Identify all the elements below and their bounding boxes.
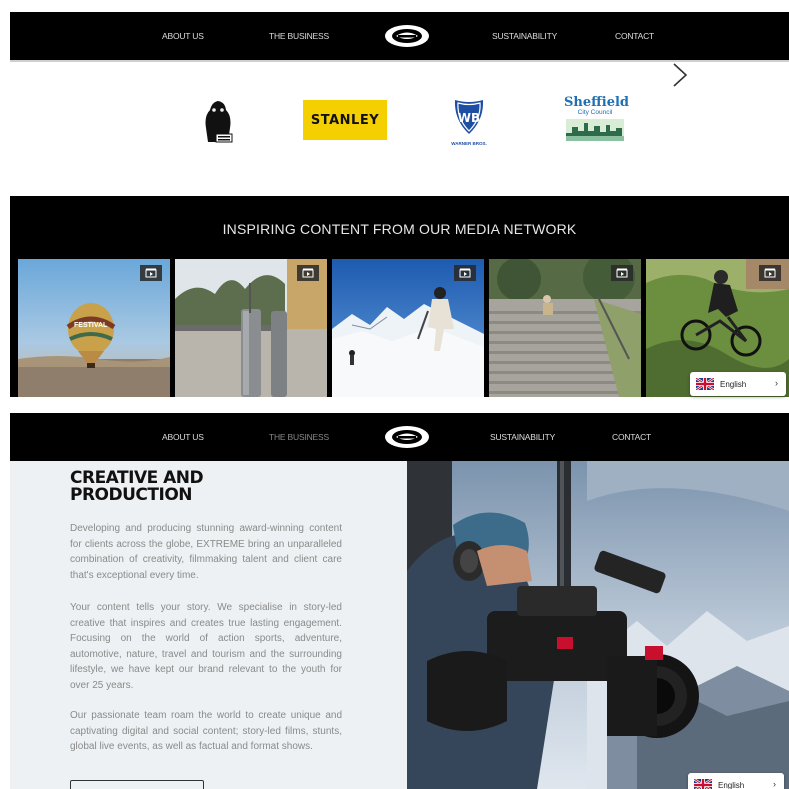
svg-text:WB: WB: [458, 111, 480, 125]
media-thumb-skiers[interactable]: [332, 259, 484, 397]
media-network-title: INSPIRING CONTENT FROM OUR MEDIA NETWORK: [222, 221, 577, 237]
nav-business-link[interactable]: THE BUSINESS: [269, 432, 329, 442]
media-network-section: INSPIRING CONTENT FROM OUR MEDIA NETWORK…: [10, 196, 789, 397]
video-badge-icon: [611, 265, 633, 281]
media-thumb-balloon[interactable]: FESTIVAL: [18, 259, 170, 397]
uk-flag-icon: [694, 779, 712, 789]
nav-sustainability-link[interactable]: SUSTAINABILITY: [490, 432, 555, 442]
balloon-overlay-text: FESTIVAL: [74, 322, 108, 329]
sheffield-logo: Sheffield City Council: [564, 95, 630, 144]
sheffield-skyline-icon: [566, 119, 624, 141]
creative-paragraph-2: Your content tells your story. We specia…: [70, 602, 342, 691]
nav-about-link[interactable]: ABOUT US: [162, 31, 204, 41]
creative-title: CREATIVE AND PRODUCTION: [70, 470, 270, 504]
read-more-button[interactable]: [70, 780, 204, 789]
chevron-right-icon: ›: [773, 779, 776, 789]
creative-production-section: CREATIVE AND PRODUCTION Developing and p…: [10, 461, 407, 789]
warner-bros-logo: WB WARNER BROS.: [451, 98, 487, 146]
nav-sustainability-link[interactable]: SUSTAINABILITY: [492, 31, 557, 41]
camera-operator-image: [407, 461, 789, 789]
language-label: English: [718, 780, 745, 789]
video-badge-icon: [759, 265, 781, 281]
nav-about-link[interactable]: ABOUT US: [162, 432, 204, 442]
chevron-right-icon[interactable]: [670, 62, 690, 88]
sheffield-subtitle: City Council: [577, 109, 613, 116]
creative-paragraph-1: Developing and producing stunning award-…: [70, 523, 342, 581]
media-thumb-stairs[interactable]: [489, 259, 641, 397]
media-thumb-street[interactable]: [175, 259, 327, 397]
sheffield-name: Sheffield: [564, 95, 630, 110]
video-badge-icon: [140, 265, 162, 281]
client-logos-strip: STANLEY WB WARNER BROS. Sheffield City C…: [10, 62, 789, 194]
video-badge-icon: [297, 265, 319, 281]
language-selector[interactable]: English ›: [688, 773, 784, 789]
nav-contact-link[interactable]: CONTACT: [612, 432, 651, 442]
stanley-logo-text: STANLEY: [310, 112, 380, 128]
language-label: English: [720, 379, 747, 389]
gorilla-logo-icon: [205, 101, 233, 143]
creative-title-line2: PRODUCTION: [70, 485, 193, 505]
second-navigation-bar: ABOUT US THE BUSINESS SUSTAINABILITY CON…: [10, 413, 789, 461]
extreme-logo-icon[interactable]: [384, 24, 430, 48]
wb-subtitle: WARNER BROS.: [451, 141, 487, 146]
stanley-logo: STANLEY: [303, 100, 387, 140]
uk-flag-icon: [696, 378, 714, 390]
creative-paragraph-3: Our passionate team roam the world to cr…: [70, 710, 342, 753]
chevron-right-icon: ›: [775, 378, 778, 388]
nav-contact-link[interactable]: CONTACT: [615, 31, 654, 41]
extreme-logo-icon[interactable]: [384, 425, 430, 449]
top-navigation-bar: ABOUT US THE BUSINESS SUSTAINABILITY CON…: [10, 12, 789, 60]
wb-shield-icon: WB: [454, 100, 484, 134]
language-selector[interactable]: English ›: [690, 372, 786, 396]
video-badge-icon: [454, 265, 476, 281]
nav-business-link[interactable]: THE BUSINESS: [269, 31, 329, 41]
